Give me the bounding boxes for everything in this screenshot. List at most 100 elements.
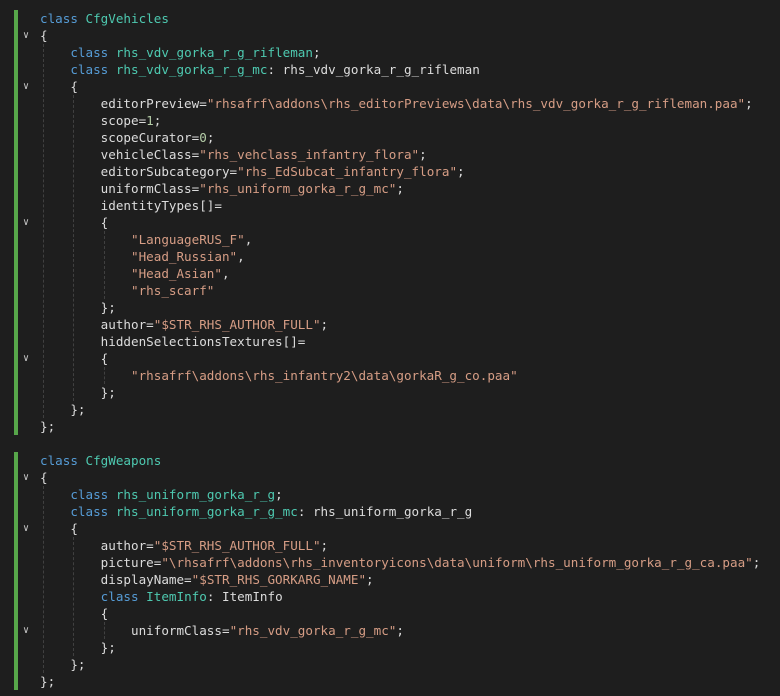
code-token: "rhs_scarf" [40,283,215,298]
code-token: "rhsafrf\addons\rhs_infantry2\data\gorka… [40,368,518,383]
code-editor[interactable]: class CfgVehicles{∨ class rhs_vdv_gorka_… [0,0,780,696]
code-text: }; [40,418,55,435]
code-token: ; [396,623,404,638]
code-line[interactable]: identityTypes[]= [0,197,780,214]
code-token: identityTypes[]= [40,198,222,213]
code-line[interactable]: }; [0,299,780,316]
code-line[interactable]: hiddenSelectionsTextures[]= [0,333,780,350]
code-line[interactable] [0,435,780,452]
code-token: }; [40,640,116,655]
code-line[interactable]: }; [0,656,780,673]
chevron-down-icon[interactable]: ∨ [20,27,32,44]
code-line[interactable]: editorSubcategory="rhs_EdSubcat_infantry… [0,163,780,180]
chevron-down-icon[interactable]: ∨ [20,78,32,95]
code-line[interactable]: scopeCurator=0; [0,129,780,146]
code-token: ; [752,555,761,570]
code-text: scope=1; [40,112,162,129]
code-line[interactable]: "Head_Russian", [0,248,780,265]
code-token: { [40,470,48,485]
code-token: class [40,62,116,77]
code-line[interactable]: class rhs_vdv_gorka_r_g_rifleman; [0,44,780,61]
code-line[interactable]: }; [0,401,780,418]
code-text: class ItemInfo: ItemInfo [40,588,283,605]
code-token: 0 [199,130,207,145]
code-token: ; [275,487,283,502]
code-text: hiddenSelectionsTextures[]= [40,333,306,350]
code-line[interactable]: class rhs_uniform_gorka_r_g_mc: rhs_unif… [0,503,780,520]
code-line[interactable]: picture="\rhsafrf\addons\rhs_inventoryic… [0,554,780,571]
code-line[interactable]: {∨ [0,214,780,231]
code-text: class CfgWeapons [40,452,161,469]
code-token: , [221,266,230,281]
code-token: editorPreview= [40,96,207,111]
code-token: { [40,351,109,366]
code-token: CfgVehicles [85,11,169,26]
code-token: , [237,249,245,264]
code-token: "$STR_RHS_AUTHOR_FULL" [153,538,321,553]
code-token: , [244,232,253,247]
code-token: CfgWeapons [85,453,162,468]
code-line[interactable]: }; [0,639,780,656]
code-token: ; [312,45,321,60]
code-token: "\rhsafrf\addons\rhs_inventoryicons\data… [161,555,753,570]
code-token: editorSubcategory= [40,164,238,179]
code-line[interactable]: { [0,605,780,622]
code-line[interactable]: }; [0,418,780,435]
code-text: author="$STR_RHS_AUTHOR_FULL"; [40,316,328,333]
code-line[interactable]: {∨ [0,469,780,486]
code-token: rhs_uniform_gorka_r_g [115,487,276,502]
code-text: class rhs_vdv_gorka_r_g_rifleman; [40,44,321,61]
code-line[interactable]: {∨ [0,78,780,95]
code-line[interactable]: class CfgWeapons [0,452,780,469]
chevron-down-icon[interactable]: ∨ [20,469,32,486]
code-token: "rhsafrf\addons\rhs_editorPreviews\data\… [206,96,746,111]
code-token: }; [40,419,56,434]
code-text: "rhs_scarf" [40,282,214,299]
code-text: vehicleClass="rhs_vehclass_infantry_flor… [40,146,427,163]
code-text: "LanguageRUS_F", [40,231,252,248]
code-line[interactable]: }; [0,384,780,401]
code-token: ; [153,113,162,128]
code-line[interactable]: uniformClass="rhs_vdv_gorka_r_g_mc"; ∨ [0,622,780,639]
code-line[interactable]: uniformClass="rhs_uniform_gorka_r_g_mc"; [0,180,780,197]
code-text: }; [40,384,116,401]
code-line[interactable]: class rhs_vdv_gorka_r_g_mc: rhs_vdv_gork… [0,61,780,78]
code-line[interactable]: author="$STR_RHS_AUTHOR_FULL"; [0,537,780,554]
chevron-down-icon[interactable]: ∨ [20,214,32,231]
code-line[interactable]: }; [0,673,780,690]
code-line[interactable]: displayName="$STR_RHS_GORKARG_NAME"; [0,571,780,588]
code-line[interactable]: {∨ [0,520,780,537]
code-text: uniformClass="rhs_uniform_gorka_r_g_mc"; [40,180,404,197]
chevron-down-icon[interactable]: ∨ [20,622,32,639]
code-line[interactable]: vehicleClass="rhs_vehclass_infantry_flor… [0,146,780,163]
code-token: author= [40,538,154,553]
code-line[interactable]: scope=1; [0,112,780,129]
code-token: "rhs_vdv_gorka_r_g_mc" [229,623,397,638]
code-text: displayName="$STR_RHS_GORKARG_NAME"; [40,571,374,588]
code-token: ItemInfo [146,589,207,604]
code-token: { [40,79,78,94]
code-line[interactable]: class ItemInfo: ItemInfo [0,588,780,605]
code-token: ; [457,164,465,179]
code-text: }; [40,401,85,418]
chevron-down-icon[interactable]: ∨ [20,520,32,537]
chevron-down-icon[interactable]: ∨ [20,350,32,367]
code-line[interactable]: "rhs_scarf" [0,282,780,299]
code-token: : ItemInfo [206,589,283,604]
code-token: { [40,521,78,536]
code-text: scopeCurator=0; [40,129,215,146]
code-line[interactable]: class rhs_uniform_gorka_r_g; [0,486,780,503]
code-line[interactable]: author="$STR_RHS_AUTHOR_FULL"; [0,316,780,333]
code-token: class [40,504,116,519]
code-token: rhs_uniform_gorka_r_g_mc [115,504,298,519]
code-line[interactable]: class CfgVehicles [0,10,780,27]
code-line[interactable]: "LanguageRUS_F", [0,231,780,248]
code-line[interactable]: {∨ [0,27,780,44]
code-token: }; [40,385,116,400]
code-line[interactable]: editorPreview="rhsafrf\addons\rhs_editor… [0,95,780,112]
code-line[interactable]: "Head_Asian", [0,265,780,282]
code-token: ; [419,147,427,162]
code-line[interactable]: {∨ [0,350,780,367]
code-line[interactable]: "rhsafrf\addons\rhs_infantry2\data\gorka… [0,367,780,384]
code-text: picture="\rhsafrf\addons\rhs_inventoryic… [40,554,761,571]
